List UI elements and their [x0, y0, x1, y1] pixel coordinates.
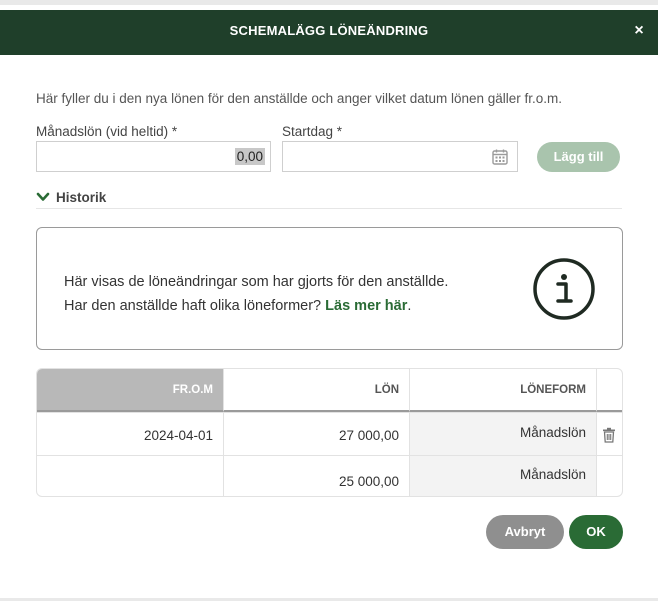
- cell-salary: 27 000,00: [223, 413, 409, 456]
- column-header-from[interactable]: FR.O.M: [37, 369, 223, 412]
- salary-value: 0,00: [234, 148, 265, 165]
- info-line-2-suffix: .: [407, 298, 412, 314]
- column-header-salary-form[interactable]: LÖNEFORM: [409, 369, 596, 412]
- start-date-input[interactable]: [282, 141, 518, 172]
- intro-text: Här fyller du i den nya lönen för den an…: [36, 91, 563, 106]
- table-row: 25 000,00 Månadslön: [37, 455, 622, 496]
- schedule-salary-change-dialog: SCHEMALÄGG LÖNEÄNDRING × Här fyller du i…: [0, 0, 658, 598]
- info-line-2-prefix: Har den anställde haft olika löneformer?: [64, 298, 326, 314]
- start-date-label: Startdag *: [282, 124, 343, 139]
- cell-salary-form: Månadslön: [409, 456, 596, 496]
- ok-button[interactable]: OK: [569, 515, 623, 549]
- cell-salary: 25 000,00: [223, 456, 409, 496]
- close-icon[interactable]: ×: [632, 23, 646, 39]
- dialog-title: SCHEMALÄGG LÖNEÄNDRING: [229, 23, 429, 38]
- info-text: Här visas de löneändringar som har gjort…: [64, 270, 448, 318]
- cell-from: 2024-04-01: [143, 428, 213, 443]
- history-label: Historik: [56, 190, 107, 205]
- cell-actions: [596, 456, 622, 496]
- cell-from: [37, 456, 223, 496]
- add-button[interactable]: Lägg till: [537, 142, 620, 172]
- info-line-1: Här visas de löneändringar som har gjort…: [64, 274, 449, 290]
- dialog-header: SCHEMALÄGG LÖNEÄNDRING ×: [0, 10, 658, 55]
- salary-label: Månadslön (vid heltid) *: [36, 124, 178, 139]
- table-row: 2024-04-01 27 000,00 Månadslön: [37, 412, 622, 456]
- history-toggle[interactable]: Historik: [36, 190, 106, 205]
- salary-history-table: FR.O.M LÖN LÖNEFORM 2024-04-01 27 000,00…: [36, 368, 623, 497]
- trash-icon[interactable]: [602, 427, 616, 443]
- column-header-actions: [596, 369, 622, 412]
- read-more-link[interactable]: Läs mer här: [325, 298, 407, 314]
- chevron-down-icon: [36, 192, 50, 201]
- info-icon: [533, 258, 595, 320]
- info-box: Här visas de löneändringar som har gjort…: [36, 227, 623, 350]
- column-header-salary[interactable]: LÖN: [223, 369, 409, 412]
- salary-input[interactable]: 0,00: [36, 141, 271, 172]
- history-divider: [36, 208, 622, 209]
- cell-salary-form: Månadslön: [409, 413, 596, 456]
- cancel-button[interactable]: Avbryt: [486, 515, 564, 549]
- calendar-icon[interactable]: [491, 148, 509, 166]
- cell-actions: [596, 413, 622, 456]
